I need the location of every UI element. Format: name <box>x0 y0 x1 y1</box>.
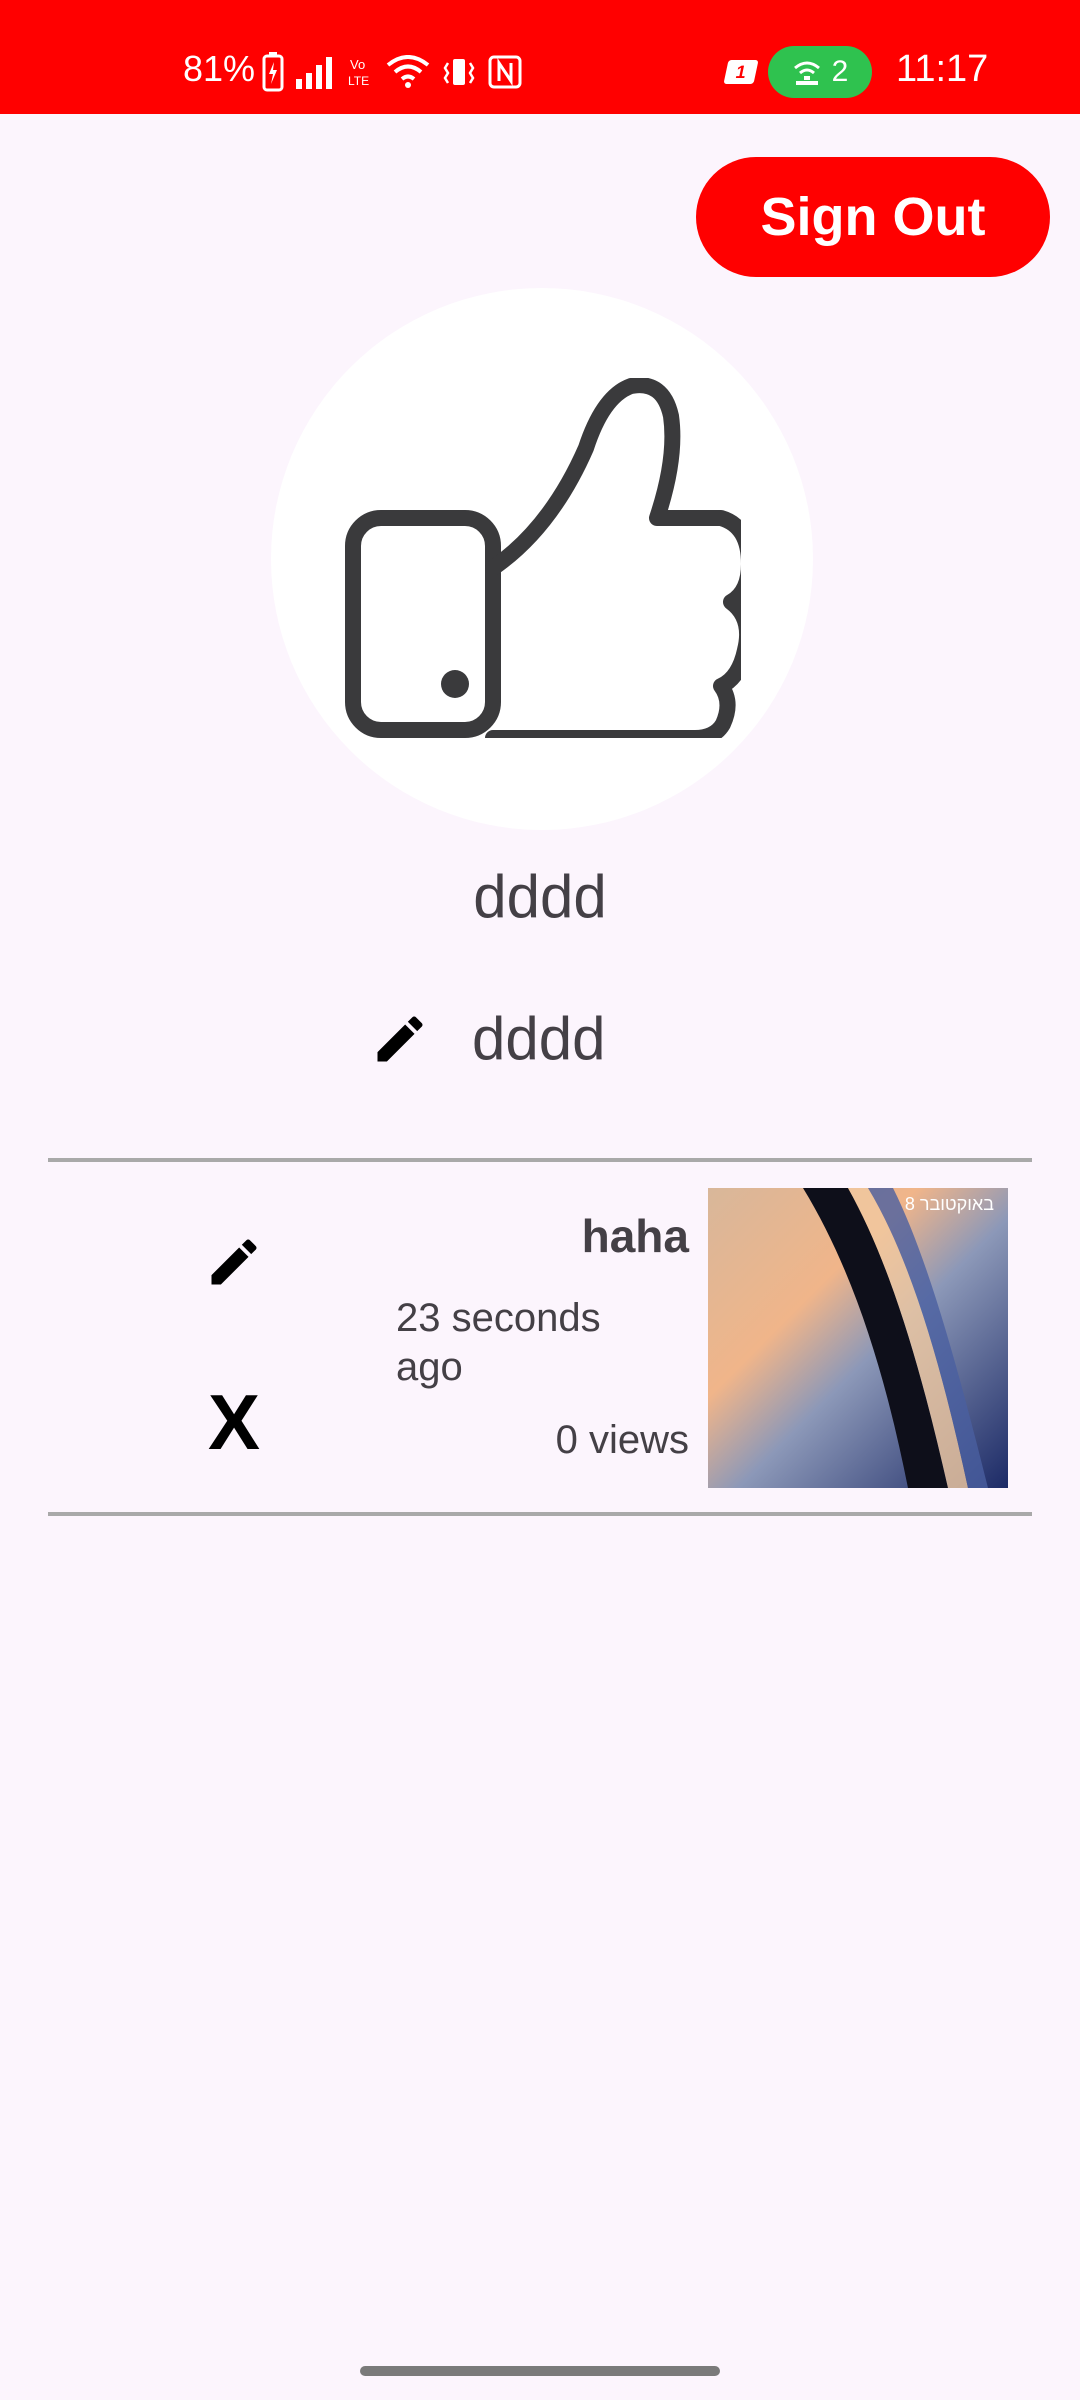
list-item[interactable]: X haha 23 seconds ago 0 views 8 באוקטובר <box>48 1164 1032 1514</box>
wifi-icon <box>386 55 430 88</box>
delete-button[interactable]: X <box>208 1377 260 1468</box>
svg-text:Vo: Vo <box>350 57 365 72</box>
hotspot-badge: 2 <box>768 46 872 98</box>
battery-icon <box>262 52 284 92</box>
signal-icon <box>296 57 332 89</box>
svg-text:LTE: LTE <box>348 74 369 88</box>
nfc-icon <box>488 55 522 89</box>
edit-name-row[interactable]: dddd <box>370 1004 605 1073</box>
avatar[interactable] <box>271 288 813 830</box>
thumbs-up-icon <box>345 378 741 738</box>
pencil-icon[interactable] <box>370 1009 430 1069</box>
video-views: 0 views <box>555 1418 689 1462</box>
editable-name: dddd <box>472 1005 606 1072</box>
clock: 11:17 <box>896 48 989 90</box>
status-bar: 81% Vo LTE 1 2 11:17 <box>0 0 1080 114</box>
sign-out-button[interactable]: Sign Out <box>696 157 1050 277</box>
divider <box>48 1512 1032 1516</box>
battery-percentage: 81% <box>183 48 256 89</box>
thumbnail-art <box>708 1188 1008 1488</box>
video-time: 23 seconds ago <box>396 1296 601 1389</box>
vibrate-icon <box>443 59 475 85</box>
hotspot-count: 2 <box>831 55 849 88</box>
hotspot-icon <box>793 61 820 85</box>
divider <box>48 1158 1032 1162</box>
navigation-handle[interactable] <box>360 2366 720 2376</box>
thumbnail-label: 8 באוקטובר <box>904 1194 994 1214</box>
sim-indicator: 1 <box>723 60 759 84</box>
volte-icon: Vo LTE <box>348 57 369 88</box>
video-title: haha <box>581 1210 689 1262</box>
username: dddd <box>473 863 607 930</box>
status-icons: Vo LTE <box>262 50 522 94</box>
video-thumbnail[interactable]: 8 באוקטובר <box>708 1188 1008 1488</box>
pencil-icon[interactable] <box>204 1232 264 1292</box>
